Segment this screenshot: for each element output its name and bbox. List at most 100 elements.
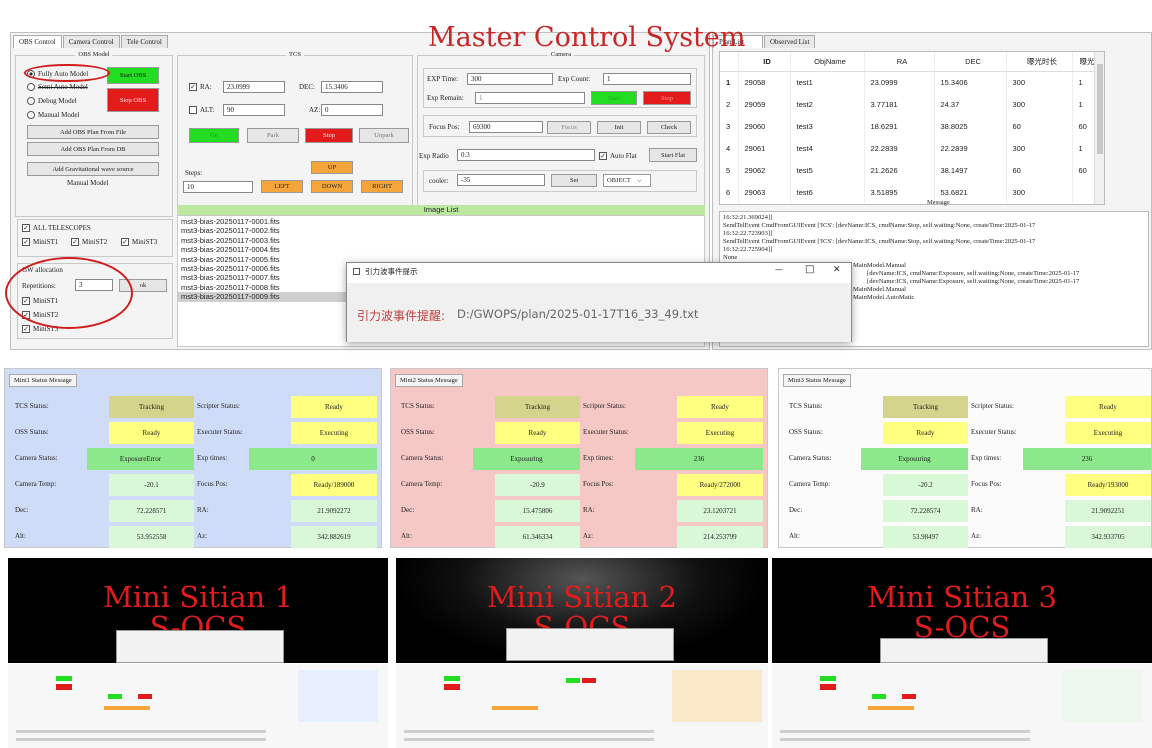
highlight-circle <box>24 64 110 82</box>
exp-remain-label: Exp Remain: <box>427 94 464 102</box>
mini3-status-title: Mini3 Status Message <box>783 374 851 387</box>
stop-obs-button[interactable]: Stop OBS <box>107 88 159 112</box>
image-file[interactable]: mst3-bias-20250117-0002.fits <box>178 226 704 235</box>
mode-debug[interactable]: Debug Model <box>27 97 77 106</box>
add-plan-file-button[interactable]: Add OBS Plan From File <box>27 125 159 139</box>
steps-input[interactable]: 10 <box>183 181 253 193</box>
camera-temp-value: -20.2 <box>883 474 968 496</box>
camera-temp-value: -20.1 <box>109 474 194 496</box>
image-file[interactable]: mst3-bias-20250117-0003.fits <box>178 236 704 245</box>
dec-label: Dec: <box>15 506 29 514</box>
object-select[interactable]: OBJECT ⌵ <box>603 174 651 187</box>
column-header[interactable]: 曝光时长 <box>1006 52 1073 72</box>
close-icon[interactable]: ✕ <box>833 265 841 275</box>
column-header[interactable]: ObjName <box>790 52 865 72</box>
dec-label: Dec: <box>401 506 415 514</box>
up-button[interactable]: UP <box>311 161 353 174</box>
ra-checkbox[interactable]: ✓ RA: <box>189 83 212 92</box>
tab-obs-control[interactable]: OBS Control <box>13 35 62 48</box>
scripter-status-value: Ready <box>677 396 763 418</box>
telescope-ministl2-checkbox[interactable]: ✓ MiniST2 <box>71 238 107 247</box>
minimize-icon[interactable]: — <box>775 265 783 274</box>
chevron-down-icon: ⌵ <box>636 176 642 184</box>
table-row[interactable]: 5 29062 test5 21.2626 38.1497 60 60 <box>720 159 1104 181</box>
table-row[interactable]: 6 29063 test6 3.51895 53.6821 300 <box>720 181 1104 203</box>
scrollbar-thumb[interactable] <box>1097 64 1103 154</box>
table-row[interactable]: 1 29058 test1 23.0999 15.3406 300 1 <box>720 71 1104 93</box>
go-button[interactable]: Go <box>189 128 239 143</box>
mode-semi-auto[interactable]: Semi Auto Model <box>27 83 88 92</box>
image-file[interactable]: mst3-bias-20250117-0001.fits <box>178 217 704 226</box>
telescope-ministl1-checkbox[interactable]: ✓ MiniST1 <box>22 238 58 247</box>
ra-input[interactable]: 23.0999 <box>223 81 285 93</box>
column-header[interactable]: ID <box>738 52 791 72</box>
tab-camera-control[interactable]: Camera Control <box>62 35 120 48</box>
az-input[interactable]: 0 <box>321 104 383 116</box>
az-label: AZ: <box>309 106 321 114</box>
focus-pos-label: Focus Pos: <box>197 480 228 488</box>
alt-value: 53.98497 <box>883 526 968 548</box>
set-button[interactable]: Set <box>551 174 597 187</box>
telescope-ministl3-checkbox[interactable]: ✓ MiniST3 <box>121 238 157 247</box>
dec-input[interactable]: 15.3406 <box>321 81 383 93</box>
image-file[interactable]: mst3-bias-20250117-0004.fits <box>178 245 704 254</box>
right-button[interactable]: RIGHT <box>361 180 403 193</box>
init-button[interactable]: Init <box>597 121 641 134</box>
mini1-status-title: Mini1 Status Message <box>9 374 77 387</box>
alt-checkbox[interactable]: ALT: <box>189 106 215 115</box>
check-icon: ✓ <box>189 83 197 92</box>
all-telescopes-checkbox[interactable]: ✓ ALL TELESCOPES <box>22 224 91 233</box>
check-icon: ✓ <box>22 224 30 233</box>
check-icon: ✓ <box>599 152 607 161</box>
exp-count-input[interactable]: 1 <box>603 73 691 85</box>
left-button[interactable]: LEFT <box>261 180 303 193</box>
mode-manual[interactable]: Manual Model <box>27 111 79 120</box>
camera-temp-label: Camera Temp: <box>789 480 831 488</box>
mini-green-button <box>444 676 460 681</box>
table-scrollbar[interactable] <box>1094 52 1104 204</box>
exp-time-input[interactable]: 300 <box>467 73 553 85</box>
alt-label: Alt: <box>401 532 412 540</box>
alt-input[interactable]: 90 <box>223 104 285 116</box>
oss-status-label: OSS Status: <box>15 428 49 436</box>
add-gw-source-button[interactable]: Add Gravitational wave source <box>27 162 159 176</box>
down-button[interactable]: DOWN <box>311 180 353 193</box>
cooler-input[interactable]: -35 <box>457 174 545 186</box>
popup-window <box>506 628 674 661</box>
park-button[interactable]: Park <box>247 128 299 143</box>
column-header[interactable]: DEC <box>934 52 1007 72</box>
camera-stop-button[interactable]: Stop <box>643 91 691 105</box>
exp-ratio-input[interactable]: 0.3 <box>457 149 595 161</box>
tab-observed-list[interactable]: Observed List <box>764 35 816 48</box>
focus-input[interactable]: 69300 <box>469 121 543 133</box>
ra-value: 23.1203721 <box>677 500 763 522</box>
start-obs-button[interactable]: Start OBS <box>107 67 159 84</box>
table-row[interactable]: 2 29059 test2 3.77181 24.37 300 1 <box>720 93 1104 115</box>
radio-icon <box>27 83 35 92</box>
auto-flat-checkbox[interactable]: ✓ Auto Flat <box>599 152 637 161</box>
camera-status-value: ExposureError <box>87 448 194 470</box>
tab-tele-control[interactable]: Tele Control <box>120 35 168 48</box>
tcs-title: TCS <box>286 51 304 58</box>
mini-red-button <box>820 684 836 690</box>
check-button[interactable]: Check <box>647 121 691 134</box>
start-flat-button[interactable]: Start Flat <box>649 148 697 162</box>
camera-status-label: Camera Status: <box>789 454 832 462</box>
column-header[interactable]: RA <box>864 52 935 72</box>
unpark-button[interactable]: Unpark <box>359 128 409 143</box>
table-row[interactable]: 3 29060 test3 18.6291 38.8025 60 60 <box>720 115 1104 137</box>
maximize-icon[interactable]: □ <box>805 264 814 275</box>
stop-tcs-button[interactable]: Stop <box>305 128 353 143</box>
mini-stop-button <box>902 694 916 699</box>
ra-label: RA: <box>197 506 209 514</box>
message-title: Message <box>927 199 950 206</box>
add-plan-db-button[interactable]: Add OBS Plan From DB <box>27 142 159 156</box>
camera-start-button[interactable]: Start <box>591 91 637 105</box>
focus-pos-value: Ready/272000 <box>677 474 763 496</box>
camera-temp-label: Camera Temp: <box>401 480 443 488</box>
radio-icon <box>27 97 35 106</box>
table-row[interactable]: 4 29061 test4 22.2839 22.2839 300 1 <box>720 137 1104 159</box>
focus-button[interactable]: Focus <box>547 121 591 134</box>
mini-orange-buttons <box>868 706 914 710</box>
exp-times-value: 236 <box>635 448 763 470</box>
